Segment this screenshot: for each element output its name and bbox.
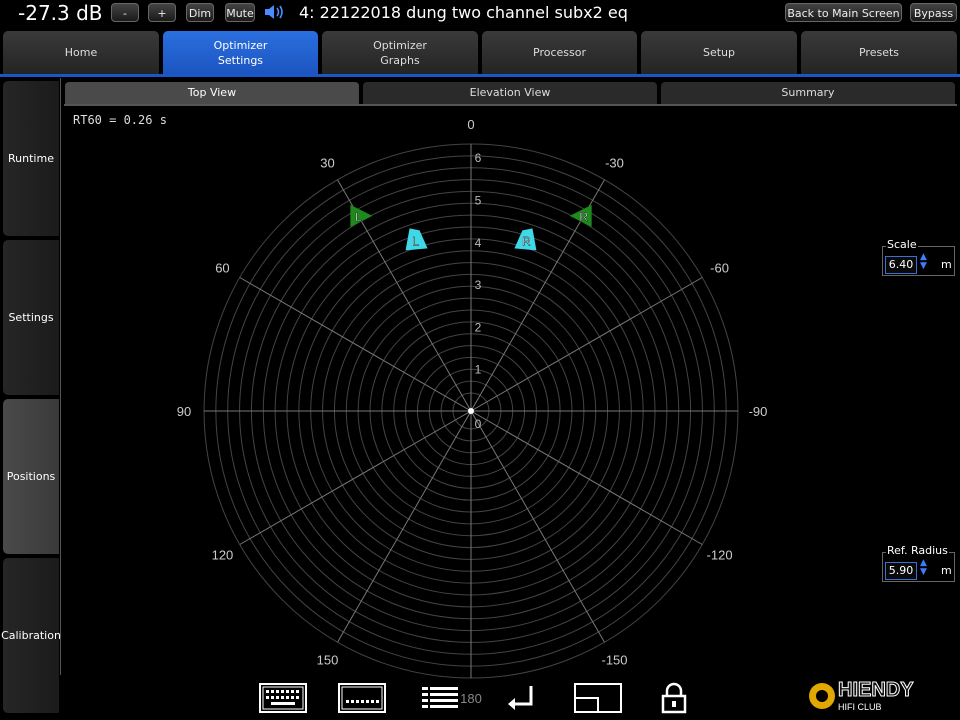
radial-label: 3 — [475, 278, 482, 292]
angle-label: 180 — [460, 691, 482, 706]
speaker-marker-r-main[interactable]: R — [569, 204, 592, 227]
center-label: 0 — [475, 417, 482, 431]
speaker-marker-l-listener[interactable]: L — [405, 228, 428, 251]
enter-icon[interactable] — [505, 682, 537, 714]
window-icon[interactable] — [574, 682, 622, 714]
speaker-label: R — [522, 234, 531, 248]
angle-label: 60 — [215, 261, 229, 276]
radial-label: 2 — [475, 320, 482, 334]
ref-radius-unit: m — [941, 564, 952, 577]
hiendy-logo: HIENDY HIFI CLUB — [809, 679, 915, 712]
listener-center-dot — [468, 408, 474, 414]
angle-label: 120 — [212, 548, 234, 563]
speaker-label: R — [579, 210, 588, 224]
speaker-label: L — [355, 210, 362, 224]
angle-label: 0 — [467, 117, 474, 132]
speaker-marker-r-listener[interactable]: R — [514, 228, 537, 251]
scale-unit: m — [941, 258, 952, 271]
polar-radial-labels: 1 2 3 4 5 6 0 — [468, 151, 482, 431]
ref-radius-label: Ref. Radius — [886, 544, 949, 557]
radial-label: 6 — [475, 151, 482, 165]
speaker-marker-l-main[interactable]: L — [350, 204, 373, 227]
scale-label: Scale — [886, 238, 918, 251]
angle-label: -60 — [710, 261, 729, 276]
list-icon[interactable] — [420, 682, 460, 714]
angle-label: 90 — [177, 404, 191, 419]
ref-radius-panel: Ref. Radius 5.90 ▲ ▼ m — [882, 544, 955, 586]
radial-label: 5 — [475, 194, 482, 208]
angle-label: 30 — [320, 155, 334, 170]
radial-label: 4 — [475, 236, 482, 250]
polar-position-plot[interactable]: 030 -3060 -6090 -90120 -120150 -150180 123456… — [0, 0, 960, 720]
scale-spinner-icon[interactable]: ▲ ▼ — [920, 253, 927, 271]
angle-label: -90 — [749, 404, 768, 419]
angle-label: 150 — [317, 653, 339, 668]
angle-label: -150 — [601, 653, 627, 668]
scale-panel: Scale 6.40 ▲ ▼ m — [882, 238, 955, 280]
keyboard-icon[interactable] — [259, 682, 307, 714]
angle-label: -30 — [605, 155, 624, 170]
lock-icon[interactable] — [658, 682, 690, 714]
ref-radius-input[interactable]: 5.90 — [885, 562, 917, 580]
speaker-label: L — [412, 234, 419, 248]
angle-label: -120 — [707, 548, 733, 563]
scale-input[interactable]: 6.40 — [885, 256, 917, 274]
radial-label: 1 — [475, 363, 482, 377]
keyboard-small-icon[interactable] — [338, 682, 386, 714]
svg-text:HIFI CLUB: HIFI CLUB — [838, 702, 882, 712]
ref-radius-spinner-icon[interactable]: ▲ ▼ — [920, 559, 927, 577]
svg-text:HIENDY: HIENDY — [838, 679, 914, 701]
